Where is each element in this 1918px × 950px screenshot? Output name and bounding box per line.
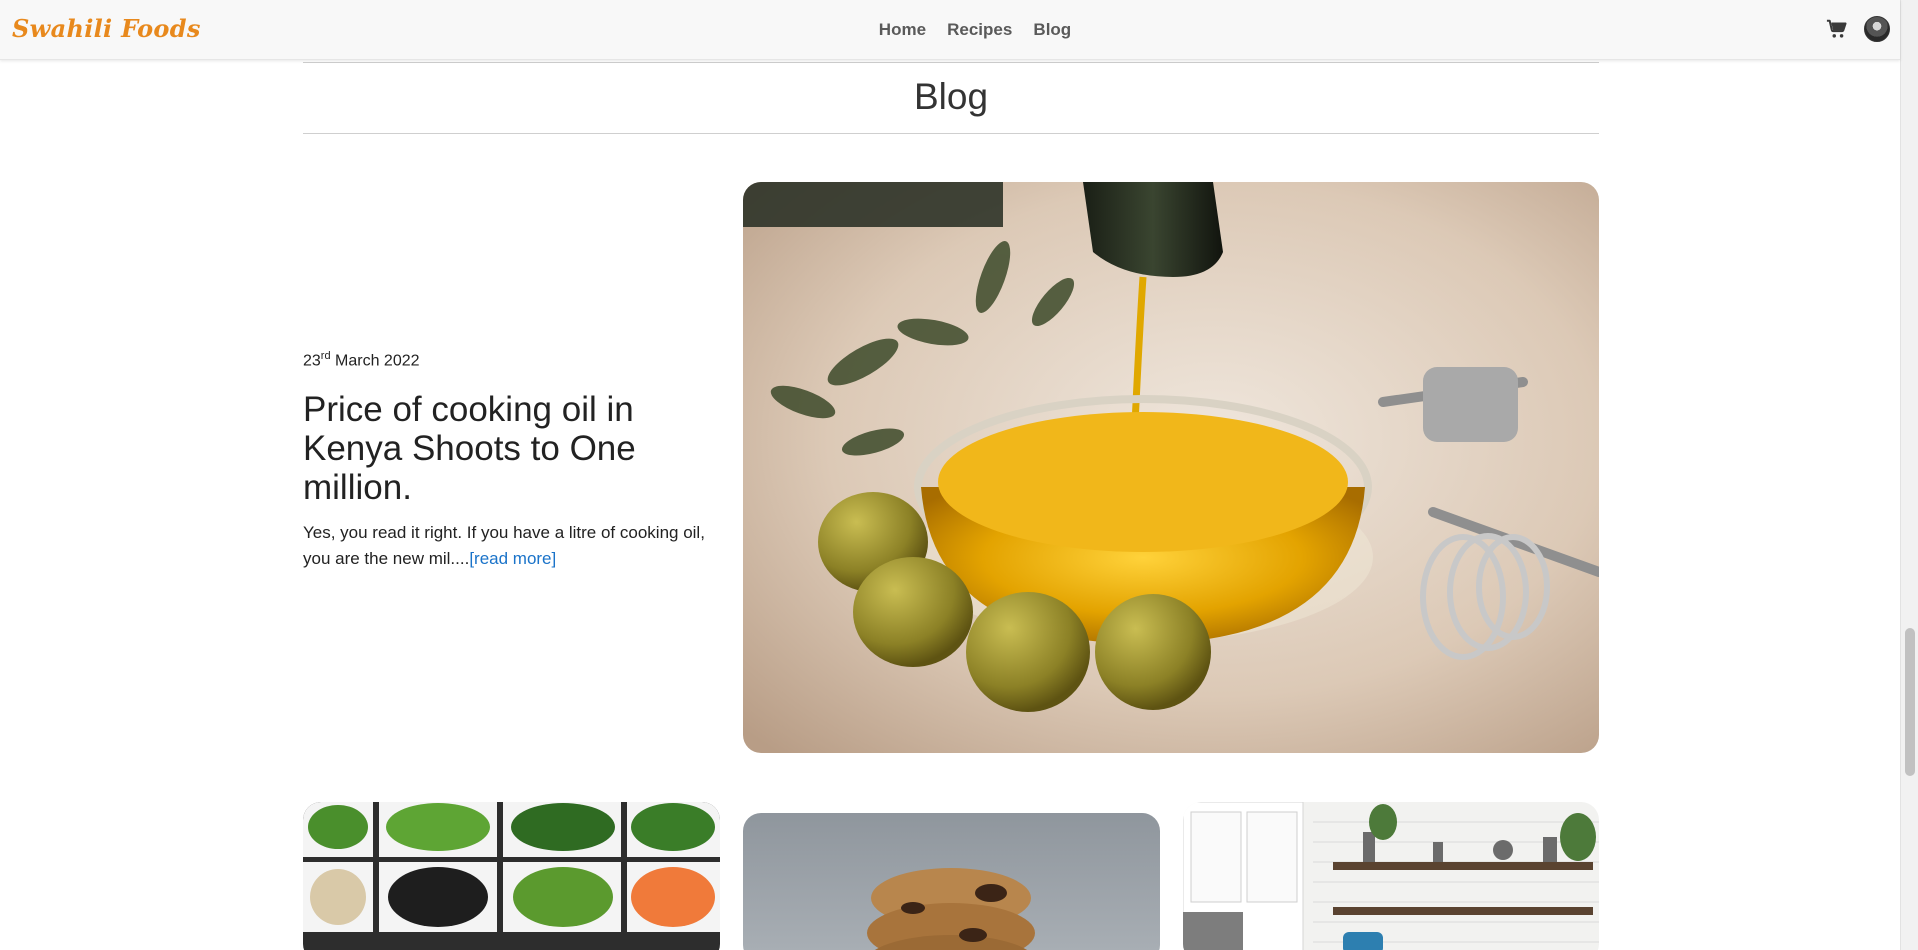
page-title: Blog [913,76,989,117]
nav-link-recipes[interactable]: Recipes [947,20,1012,40]
nav-link-blog[interactable]: Blog [1033,20,1071,40]
user-avatar[interactable] [1864,16,1890,42]
vegetable-trays-photo[interactable] [303,802,720,950]
cart-icon[interactable] [1826,18,1848,40]
kitchen-shelves-photo[interactable] [1183,802,1599,950]
nav-link-home[interactable]: Home [879,20,926,40]
post-date: 23rd March 2022 [303,350,420,370]
cookie-stack-photo[interactable] [743,813,1160,950]
nav-links: Home Recipes Blog [0,20,1900,40]
header-bottom-divider [303,133,1599,134]
post-title[interactable]: Price of cooking oil in Kenya Shoots to … [303,390,713,507]
header-top-divider [303,62,1599,63]
olive-oil-bowl-photo[interactable] [743,182,1599,753]
post-excerpt: Yes, you read it right. If you have a li… [303,523,705,569]
nav-right [1826,16,1890,42]
top-navbar: Swahili Foods Home Recipes Blog [0,0,1900,60]
featured-post-text: 23rd March 2022 Price of cooking oil in … [303,350,713,572]
scrollbar-thumb[interactable] [1905,628,1915,776]
page-scrollbar[interactable] [1900,0,1918,950]
read-more-link[interactable]: [read more] [469,549,556,568]
